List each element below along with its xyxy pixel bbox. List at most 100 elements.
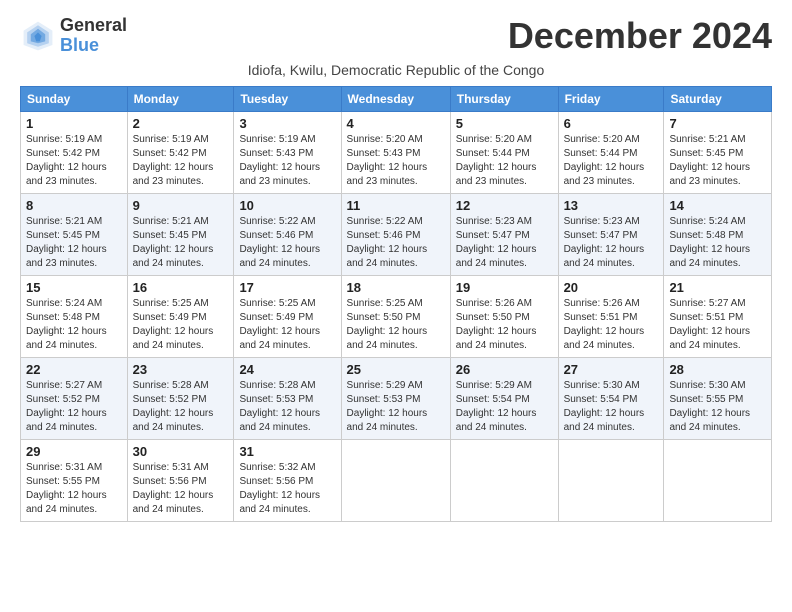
weekday-header-wednesday: Wednesday [341,86,450,111]
day-number: 16 [133,280,229,295]
day-info: Sunrise: 5:32 AMSunset: 5:56 PMDaylight:… [239,462,320,515]
calendar-cell: 26 Sunrise: 5:29 AMSunset: 5:54 PMDaylig… [450,357,558,439]
weekday-header-sunday: Sunday [21,86,128,111]
weekday-header-friday: Friday [558,86,664,111]
calendar-cell: 11 Sunrise: 5:22 AMSunset: 5:46 PMDaylig… [341,193,450,275]
day-info: Sunrise: 5:27 AMSunset: 5:52 PMDaylight:… [26,380,107,433]
day-number: 13 [564,198,659,213]
day-number: 29 [26,444,122,459]
day-info: Sunrise: 5:22 AMSunset: 5:46 PMDaylight:… [239,216,320,269]
day-number: 14 [669,198,766,213]
calendar-cell: 6 Sunrise: 5:20 AMSunset: 5:44 PMDayligh… [558,111,664,193]
calendar-cell: 9 Sunrise: 5:21 AMSunset: 5:45 PMDayligh… [127,193,234,275]
weekday-header-saturday: Saturday [664,86,772,111]
calendar-week-3: 15 Sunrise: 5:24 AMSunset: 5:48 PMDaylig… [21,275,772,357]
day-info: Sunrise: 5:19 AMSunset: 5:43 PMDaylight:… [239,134,320,187]
day-number: 7 [669,116,766,131]
day-number: 10 [239,198,335,213]
day-info: Sunrise: 5:21 AMSunset: 5:45 PMDaylight:… [26,216,107,269]
day-info: Sunrise: 5:20 AMSunset: 5:43 PMDaylight:… [347,134,428,187]
day-number: 22 [26,362,122,377]
calendar-table: SundayMondayTuesdayWednesdayThursdayFrid… [20,86,772,522]
calendar-cell: 7 Sunrise: 5:21 AMSunset: 5:45 PMDayligh… [664,111,772,193]
calendar-cell: 13 Sunrise: 5:23 AMSunset: 5:47 PMDaylig… [558,193,664,275]
day-info: Sunrise: 5:30 AMSunset: 5:54 PMDaylight:… [564,380,645,433]
day-info: Sunrise: 5:29 AMSunset: 5:53 PMDaylight:… [347,380,428,433]
day-info: Sunrise: 5:28 AMSunset: 5:53 PMDaylight:… [239,380,320,433]
day-info: Sunrise: 5:29 AMSunset: 5:54 PMDaylight:… [456,380,537,433]
calendar-cell: 23 Sunrise: 5:28 AMSunset: 5:52 PMDaylig… [127,357,234,439]
day-info: Sunrise: 5:19 AMSunset: 5:42 PMDaylight:… [26,134,107,187]
calendar-week-2: 8 Sunrise: 5:21 AMSunset: 5:45 PMDayligh… [21,193,772,275]
calendar-cell: 14 Sunrise: 5:24 AMSunset: 5:48 PMDaylig… [664,193,772,275]
weekday-header-thursday: Thursday [450,86,558,111]
calendar-cell: 20 Sunrise: 5:26 AMSunset: 5:51 PMDaylig… [558,275,664,357]
day-number: 4 [347,116,445,131]
day-info: Sunrise: 5:26 AMSunset: 5:51 PMDaylight:… [564,298,645,351]
day-info: Sunrise: 5:19 AMSunset: 5:42 PMDaylight:… [133,134,214,187]
day-number: 26 [456,362,553,377]
logo-general-text: General [60,15,127,35]
calendar-cell: 15 Sunrise: 5:24 AMSunset: 5:48 PMDaylig… [21,275,128,357]
calendar-cell: 21 Sunrise: 5:27 AMSunset: 5:51 PMDaylig… [664,275,772,357]
day-number: 1 [26,116,122,131]
day-info: Sunrise: 5:22 AMSunset: 5:46 PMDaylight:… [347,216,428,269]
day-number: 30 [133,444,229,459]
calendar-cell: 12 Sunrise: 5:23 AMSunset: 5:47 PMDaylig… [450,193,558,275]
day-number: 19 [456,280,553,295]
day-info: Sunrise: 5:20 AMSunset: 5:44 PMDaylight:… [456,134,537,187]
weekday-header-row: SundayMondayTuesdayWednesdayThursdayFrid… [21,86,772,111]
calendar-cell: 10 Sunrise: 5:22 AMSunset: 5:46 PMDaylig… [234,193,341,275]
calendar-cell: 22 Sunrise: 5:27 AMSunset: 5:52 PMDaylig… [21,357,128,439]
header: General Blue December 2024 [20,16,772,56]
calendar-cell: 30 Sunrise: 5:31 AMSunset: 5:56 PMDaylig… [127,439,234,521]
calendar-cell: 28 Sunrise: 5:30 AMSunset: 5:55 PMDaylig… [664,357,772,439]
day-info: Sunrise: 5:24 AMSunset: 5:48 PMDaylight:… [26,298,107,351]
weekday-header-monday: Monday [127,86,234,111]
day-info: Sunrise: 5:31 AMSunset: 5:56 PMDaylight:… [133,462,214,515]
calendar-cell: 2 Sunrise: 5:19 AMSunset: 5:42 PMDayligh… [127,111,234,193]
day-info: Sunrise: 5:30 AMSunset: 5:55 PMDaylight:… [669,380,750,433]
day-number: 3 [239,116,335,131]
day-info: Sunrise: 5:24 AMSunset: 5:48 PMDaylight:… [669,216,750,269]
day-info: Sunrise: 5:23 AMSunset: 5:47 PMDaylight:… [456,216,537,269]
calendar-cell: 19 Sunrise: 5:26 AMSunset: 5:50 PMDaylig… [450,275,558,357]
day-info: Sunrise: 5:23 AMSunset: 5:47 PMDaylight:… [564,216,645,269]
day-number: 15 [26,280,122,295]
calendar-cell: 17 Sunrise: 5:25 AMSunset: 5:49 PMDaylig… [234,275,341,357]
day-number: 28 [669,362,766,377]
day-number: 12 [456,198,553,213]
calendar-week-5: 29 Sunrise: 5:31 AMSunset: 5:55 PMDaylig… [21,439,772,521]
day-number: 27 [564,362,659,377]
title-area: December 2024 [508,16,772,56]
day-number: 11 [347,198,445,213]
day-info: Sunrise: 5:26 AMSunset: 5:50 PMDaylight:… [456,298,537,351]
day-number: 9 [133,198,229,213]
calendar-cell [341,439,450,521]
day-number: 8 [26,198,122,213]
calendar-cell: 29 Sunrise: 5:31 AMSunset: 5:55 PMDaylig… [21,439,128,521]
logo-blue-text: Blue [60,35,99,55]
calendar-cell: 1 Sunrise: 5:19 AMSunset: 5:42 PMDayligh… [21,111,128,193]
calendar-cell: 27 Sunrise: 5:30 AMSunset: 5:54 PMDaylig… [558,357,664,439]
day-number: 21 [669,280,766,295]
day-info: Sunrise: 5:21 AMSunset: 5:45 PMDaylight:… [133,216,214,269]
calendar-cell: 31 Sunrise: 5:32 AMSunset: 5:56 PMDaylig… [234,439,341,521]
day-number: 5 [456,116,553,131]
day-info: Sunrise: 5:20 AMSunset: 5:44 PMDaylight:… [564,134,645,187]
day-number: 17 [239,280,335,295]
calendar-cell: 18 Sunrise: 5:25 AMSunset: 5:50 PMDaylig… [341,275,450,357]
day-number: 31 [239,444,335,459]
day-number: 24 [239,362,335,377]
calendar-week-4: 22 Sunrise: 5:27 AMSunset: 5:52 PMDaylig… [21,357,772,439]
day-info: Sunrise: 5:27 AMSunset: 5:51 PMDaylight:… [669,298,750,351]
calendar-cell [664,439,772,521]
day-info: Sunrise: 5:21 AMSunset: 5:45 PMDaylight:… [669,134,750,187]
day-number: 6 [564,116,659,131]
calendar-week-1: 1 Sunrise: 5:19 AMSunset: 5:42 PMDayligh… [21,111,772,193]
calendar-cell: 25 Sunrise: 5:29 AMSunset: 5:53 PMDaylig… [341,357,450,439]
month-year-title: December 2024 [508,16,772,56]
day-number: 18 [347,280,445,295]
day-number: 20 [564,280,659,295]
calendar-cell: 4 Sunrise: 5:20 AMSunset: 5:43 PMDayligh… [341,111,450,193]
